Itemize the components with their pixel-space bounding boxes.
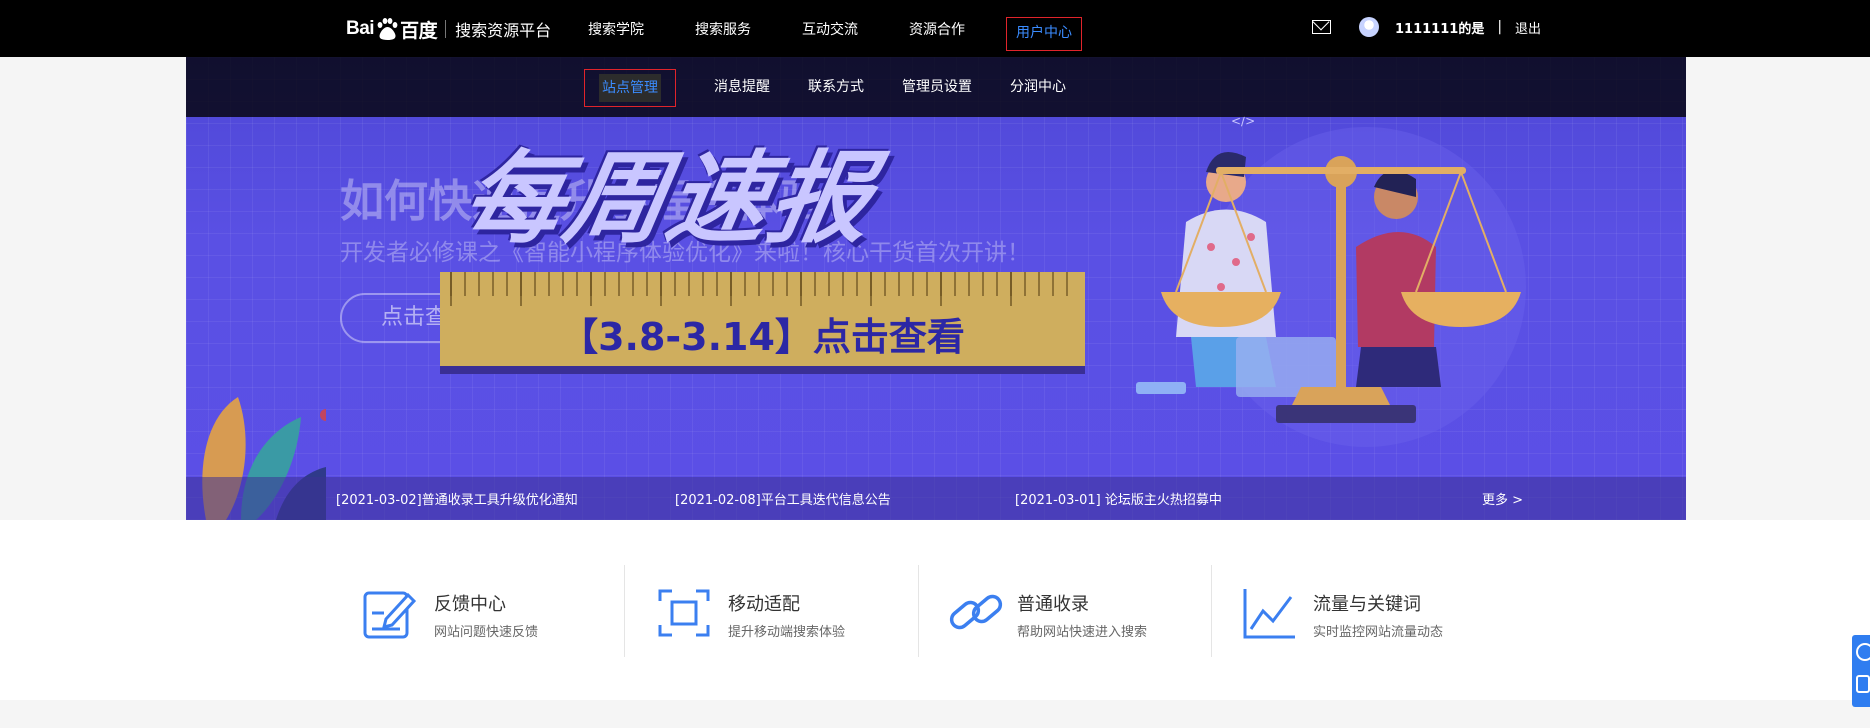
user-name[interactable]: 1111111的是 bbox=[1395, 18, 1484, 37]
subnav-message-reminder[interactable]: 消息提醒 bbox=[714, 69, 770, 107]
feature-desc: 网站问题快速反馈 bbox=[434, 625, 539, 640]
news-item[interactable]: [2021-03-01] 论坛版主火热招募中 bbox=[1015, 489, 1222, 508]
mail-icon[interactable] bbox=[1312, 20, 1331, 34]
logout-link[interactable]: 退出 bbox=[1515, 18, 1541, 37]
nav-user-center[interactable]: 用户中心 bbox=[1006, 17, 1082, 51]
divider bbox=[1211, 565, 1212, 657]
ruler-graphic[interactable]: 【3.8-3.14】点击查看 bbox=[440, 272, 1085, 374]
baidu-logo-mark: Bai 百度 bbox=[346, 18, 438, 42]
baidu-logo[interactable]: Bai 百度 搜索资源平台 bbox=[346, 12, 551, 46]
subnav-site-management-label: 站点管理 bbox=[599, 74, 661, 102]
sub-navbar: 站点管理 消息提醒 联系方式 管理员设置 分润中心 bbox=[186, 57, 1686, 117]
nav-interaction[interactable]: 互动交流 bbox=[802, 18, 858, 51]
ruler-date-label: 【3.8-3.14】点击查看 bbox=[560, 315, 965, 359]
nav-resource-cooperation[interactable]: 资源合作 bbox=[909, 18, 965, 51]
separator: | bbox=[1497, 19, 1503, 35]
logo-divider bbox=[445, 20, 447, 38]
help-icon[interactable] bbox=[1856, 643, 1870, 661]
avatar[interactable] bbox=[1359, 17, 1379, 37]
nav-search-service[interactable]: 搜索服务 bbox=[695, 18, 751, 51]
feedback-icon bbox=[363, 591, 417, 639]
user-area: 1111111的是 | 退出 bbox=[1312, 17, 1541, 37]
divider bbox=[624, 565, 625, 657]
feature-title: 反馈中心 bbox=[434, 594, 506, 615]
platform-name: 搜索资源平台 bbox=[455, 21, 552, 40]
subnav-contact[interactable]: 联系方式 bbox=[808, 69, 864, 107]
scale-illustration-icon: </> bbox=[1136, 114, 1526, 447]
subnav-admin-settings[interactable]: 管理员设置 bbox=[902, 69, 972, 107]
link-icon bbox=[949, 594, 1003, 630]
feature-desc: 提升移动端搜索体验 bbox=[728, 625, 846, 640]
feature-title: 普通收录 bbox=[1017, 594, 1089, 615]
document-icon[interactable] bbox=[1856, 675, 1870, 693]
trend-chart-icon bbox=[1243, 589, 1295, 639]
news-more-link[interactable]: 更多 > bbox=[1482, 489, 1523, 508]
news-ticker: [2021-03-02]普通收录工具升级优化通知 [2021-02-08]平台工… bbox=[186, 477, 1686, 520]
feature-desc: 帮助网站快速进入搜索 bbox=[1017, 625, 1148, 640]
baidu-paw-icon bbox=[377, 18, 398, 40]
news-item[interactable]: [2021-03-02]普通收录工具升级优化通知 bbox=[336, 489, 578, 508]
nav-search-academy[interactable]: 搜索学院 bbox=[588, 18, 644, 51]
weekly-report-title: 每周速报 bbox=[454, 140, 883, 257]
top-navbar: Bai 百度 搜索资源平台 搜索学院 搜索服务 互动交流 资源合作 用户中心 1… bbox=[0, 0, 1870, 57]
feature-title: 流量与关键词 bbox=[1313, 594, 1421, 615]
news-item[interactable]: [2021-02-08]平台工具迭代信息公告 bbox=[675, 489, 891, 508]
hero-banner[interactable]: 如何快速提升小程序体验? 开发者必修课之《智能小程序体验优化》来啦！核心干货首次… bbox=[186, 57, 1686, 520]
feature-tiles: 反馈中心 网站问题快速反馈 移动适配 提升移动端搜索体验 普通收录 帮助网站快速… bbox=[0, 520, 1870, 700]
feature-desc: 实时监控网站流量动态 bbox=[1313, 625, 1444, 640]
feature-title: 移动适配 bbox=[728, 594, 800, 615]
main-nav: 搜索学院 搜索服务 互动交流 资源合作 用户中心 bbox=[588, 17, 1133, 51]
ruler-major-ticks bbox=[450, 272, 1075, 306]
divider bbox=[918, 565, 919, 657]
feature-normal-index[interactable]: 普通收录 帮助网站快速进入搜索 bbox=[945, 565, 1235, 655]
subnav-site-management[interactable]: 站点管理 bbox=[584, 69, 676, 107]
feature-traffic-keywords[interactable]: 流量与关键词 实时监控网站流量动态 bbox=[1241, 565, 1531, 655]
subnav-profit-center[interactable]: 分润中心 bbox=[1010, 69, 1066, 107]
feature-mobile-adapt[interactable]: 移动适配 提升移动端搜索体验 bbox=[656, 565, 946, 655]
sub-nav-items: 站点管理 消息提醒 联系方式 管理员设置 分润中心 bbox=[584, 69, 1104, 107]
mobile-adapt-icon bbox=[658, 589, 710, 637]
side-help-widget[interactable] bbox=[1852, 635, 1870, 707]
feature-feedback[interactable]: 反馈中心 网站问题快速反馈 bbox=[362, 565, 652, 655]
